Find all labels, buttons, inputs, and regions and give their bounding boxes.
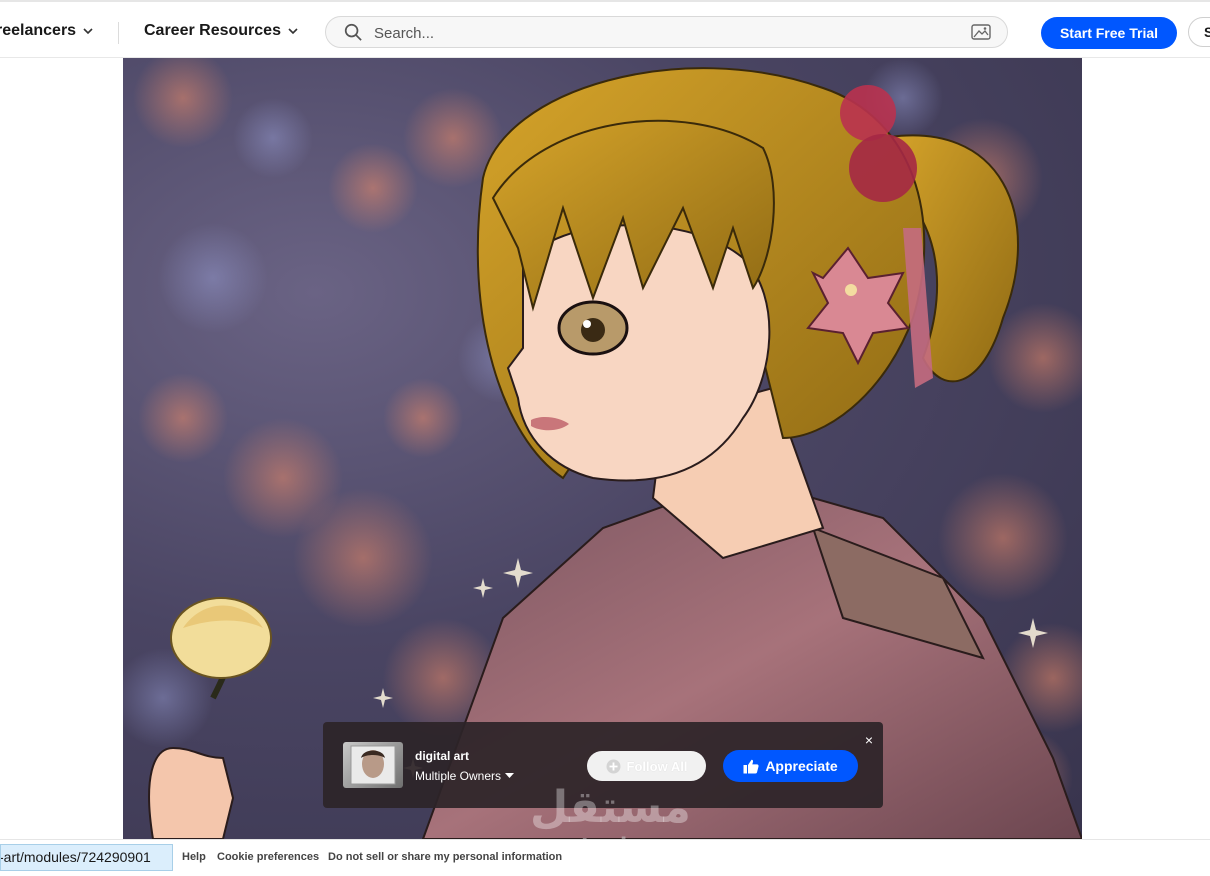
search-icon	[344, 23, 362, 41]
image-search-icon[interactable]	[971, 23, 991, 41]
sign-in-button[interactable]: S	[1188, 17, 1210, 47]
nav-freelancers[interactable]: reelancers	[0, 22, 94, 40]
owner-avatar[interactable]	[343, 742, 403, 788]
nav-career-label: Career Resources	[144, 22, 281, 39]
nav-career-resources[interactable]: Career Resources	[144, 22, 299, 40]
follow-all-label: Follow All	[626, 758, 688, 774]
search-bar	[325, 16, 1008, 48]
chevron-down-icon	[83, 28, 93, 35]
footer-cookie-link[interactable]: Cookie preferences	[217, 851, 319, 863]
owners-dropdown[interactable]: Multiple Owners	[415, 769, 515, 783]
caret-down-icon	[505, 773, 515, 778]
search-input[interactable]	[372, 21, 936, 45]
footer-help-link[interactable]: Help	[182, 851, 206, 863]
chevron-down-icon	[288, 28, 298, 35]
thumbs-up-icon	[743, 759, 759, 773]
start-free-trial-button[interactable]: Start Free Trial	[1041, 17, 1177, 49]
watermark-arabic: مستقل	[530, 782, 692, 833]
project-title[interactable]: digital art	[415, 749, 469, 763]
appreciate-button[interactable]: Appreciate	[723, 750, 858, 782]
plus-circle-icon	[606, 759, 621, 773]
follow-all-button[interactable]: Follow All	[587, 751, 706, 781]
avatar-image	[350, 745, 396, 785]
close-icon[interactable]: ×	[861, 732, 877, 748]
footer-bar: -art/modules/724290901 Help Cookie prefe…	[0, 839, 1210, 874]
nav-divider	[118, 22, 119, 44]
appreciate-label: Appreciate	[765, 758, 838, 774]
footer-do-not-sell-link[interactable]: Do not sell or share my personal informa…	[328, 851, 562, 863]
nav-freelancers-label: reelancers	[0, 22, 77, 39]
status-url-tooltip: -art/modules/724290901	[0, 844, 173, 871]
owners-label: Multiple Owners	[415, 769, 502, 783]
top-navigation: reelancers Career Resources Start Free T…	[0, 0, 1210, 58]
